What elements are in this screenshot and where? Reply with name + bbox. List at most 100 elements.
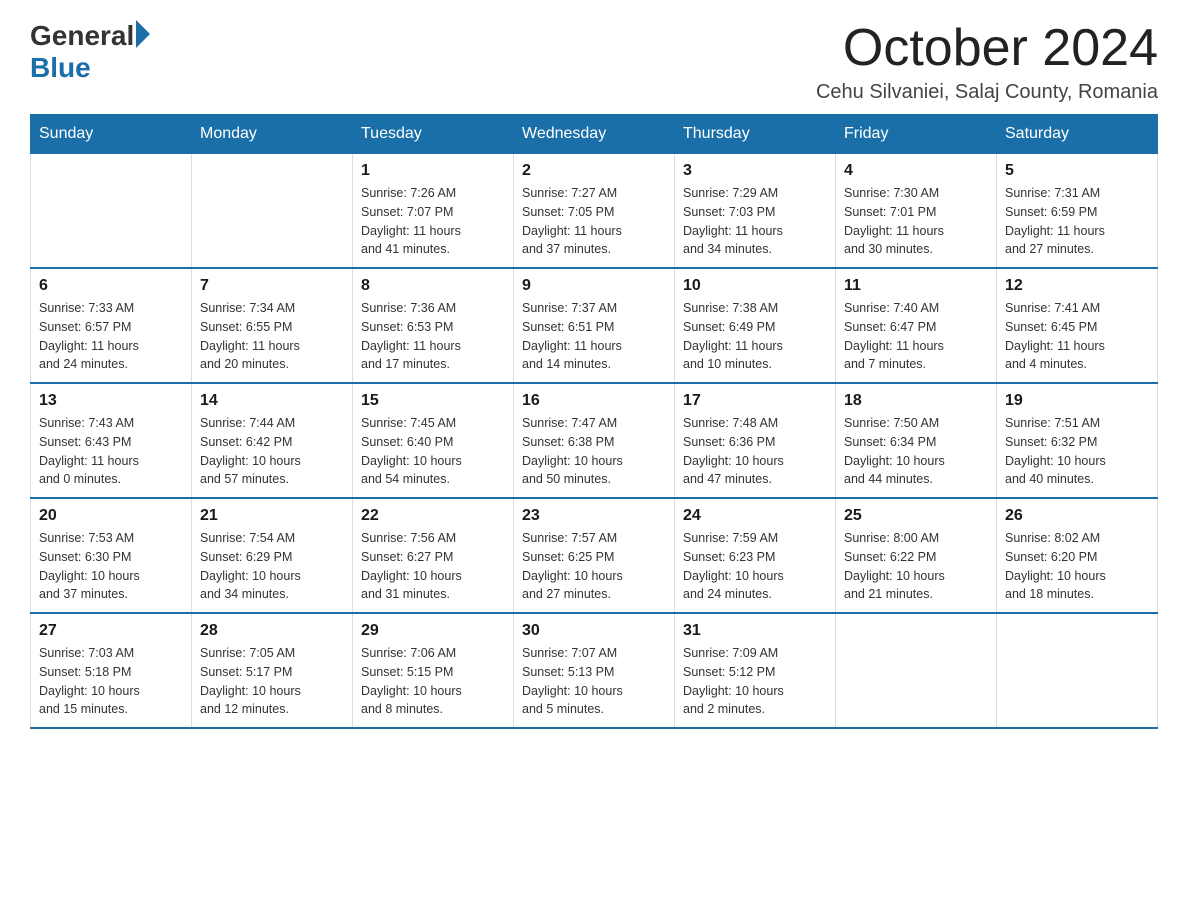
day-info: Sunrise: 7:30 AMSunset: 7:01 PMDaylight:… [844,184,988,259]
calendar-cell: 1 Sunrise: 7:26 AMSunset: 7:07 PMDaylight… [353,154,514,269]
calendar-cell: 15 Sunrise: 7:45 AMSunset: 6:40 PMDayligh… [353,383,514,498]
day-info: Sunrise: 7:44 AMSunset: 6:42 PMDaylight:… [200,414,344,489]
title-section: October 2024 Cehu Silvaniei, Salaj Count… [816,20,1158,104]
calendar-cell [836,613,997,728]
day-number: 17 [683,392,827,410]
day-number: 9 [522,277,666,295]
day-number: 4 [844,162,988,180]
day-info: Sunrise: 7:06 AMSunset: 5:15 PMDaylight:… [361,644,505,719]
day-number: 8 [361,277,505,295]
calendar-subtitle: Cehu Silvaniei, Salaj County, Romania [816,81,1158,104]
weekday-header-monday: Monday [192,115,353,154]
calendar-cell: 12 Sunrise: 7:41 AMSunset: 6:45 PMDayligh… [997,268,1158,383]
calendar-cell: 23 Sunrise: 7:57 AMSunset: 6:25 PMDayligh… [514,498,675,613]
weekday-header-wednesday: Wednesday [514,115,675,154]
day-number: 27 [39,622,183,640]
day-number: 21 [200,507,344,525]
day-info: Sunrise: 7:29 AMSunset: 7:03 PMDaylight:… [683,184,827,259]
day-info: Sunrise: 7:03 AMSunset: 5:18 PMDaylight:… [39,644,183,719]
calendar-cell [192,154,353,269]
calendar-cell: 17 Sunrise: 7:48 AMSunset: 6:36 PMDayligh… [675,383,836,498]
day-number: 20 [39,507,183,525]
weekday-header-sunday: Sunday [31,115,192,154]
weekday-header-friday: Friday [836,115,997,154]
day-info: Sunrise: 7:31 AMSunset: 6:59 PMDaylight:… [1005,184,1149,259]
calendar-cell: 3Sunrise: 7:29 AMSunset: 7:03 PMDaylight… [675,154,836,269]
calendar-cell: 27 Sunrise: 7:03 AMSunset: 5:18 PMDayligh… [31,613,192,728]
day-info: Sunrise: 7:54 AMSunset: 6:29 PMDaylight:… [200,529,344,604]
calendar-cell: 13Sunrise: 7:43 AMSunset: 6:43 PMDayligh… [31,383,192,498]
day-info: Sunrise: 7:27 AMSunset: 7:05 PMDaylight:… [522,184,666,259]
day-info: Sunrise: 7:05 AMSunset: 5:17 PMDaylight:… [200,644,344,719]
calendar-cell: 19Sunrise: 7:51 AMSunset: 6:32 PMDayligh… [997,383,1158,498]
calendar-cell: 8 Sunrise: 7:36 AMSunset: 6:53 PMDaylight… [353,268,514,383]
day-info: Sunrise: 7:40 AMSunset: 6:47 PMDaylight:… [844,299,988,374]
calendar-cell: 31 Sunrise: 7:09 AMSunset: 5:12 PMDayligh… [675,613,836,728]
weekday-header-saturday: Saturday [997,115,1158,154]
day-number: 22 [361,507,505,525]
day-info: Sunrise: 7:59 AMSunset: 6:23 PMDaylight:… [683,529,827,604]
day-number: 26 [1005,507,1149,525]
calendar-cell: 5 Sunrise: 7:31 AMSunset: 6:59 PMDaylight… [997,154,1158,269]
calendar-cell: 4 Sunrise: 7:30 AMSunset: 7:01 PMDaylight… [836,154,997,269]
day-info: Sunrise: 8:02 AMSunset: 6:20 PMDaylight:… [1005,529,1149,604]
day-info: Sunrise: 7:33 AMSunset: 6:57 PMDaylight:… [39,299,183,374]
day-number: 2 [522,162,666,180]
calendar-cell: 9 Sunrise: 7:37 AMSunset: 6:51 PMDaylight… [514,268,675,383]
day-info: Sunrise: 7:47 AMSunset: 6:38 PMDaylight:… [522,414,666,489]
day-info: Sunrise: 7:36 AMSunset: 6:53 PMDaylight:… [361,299,505,374]
calendar-cell: 6 Sunrise: 7:33 AMSunset: 6:57 PMDaylight… [31,268,192,383]
weekday-header-thursday: Thursday [675,115,836,154]
day-number: 31 [683,622,827,640]
day-info: Sunrise: 7:57 AMSunset: 6:25 PMDaylight:… [522,529,666,604]
day-info: Sunrise: 7:34 AMSunset: 6:55 PMDaylight:… [200,299,344,374]
day-info: Sunrise: 7:53 AMSunset: 6:30 PMDaylight:… [39,529,183,604]
day-number: 10 [683,277,827,295]
calendar-cell [31,154,192,269]
day-number: 6 [39,277,183,295]
day-info: Sunrise: 7:45 AMSunset: 6:40 PMDaylight:… [361,414,505,489]
calendar-cell: 29Sunrise: 7:06 AMSunset: 5:15 PMDayligh… [353,613,514,728]
day-number: 7 [200,277,344,295]
day-info: Sunrise: 7:38 AMSunset: 6:49 PMDaylight:… [683,299,827,374]
calendar-week-row: 13Sunrise: 7:43 AMSunset: 6:43 PMDayligh… [31,383,1158,498]
day-info: Sunrise: 7:26 AMSunset: 7:07 PMDaylight:… [361,184,505,259]
day-number: 5 [1005,162,1149,180]
calendar-title: October 2024 [816,20,1158,77]
calendar-cell: 16 Sunrise: 7:47 AMSunset: 6:38 PMDayligh… [514,383,675,498]
calendar-cell: 20 Sunrise: 7:53 AMSunset: 6:30 PMDayligh… [31,498,192,613]
day-number: 23 [522,507,666,525]
calendar-week-row: 1 Sunrise: 7:26 AMSunset: 7:07 PMDaylight… [31,154,1158,269]
calendar-header-row: SundayMondayTuesdayWednesdayThursdayFrid… [31,115,1158,154]
day-number: 24 [683,507,827,525]
day-number: 15 [361,392,505,410]
day-info: Sunrise: 7:50 AMSunset: 6:34 PMDaylight:… [844,414,988,489]
page-header: General Blue October 2024 Cehu Silvaniei… [30,20,1158,104]
day-info: Sunrise: 7:48 AMSunset: 6:36 PMDaylight:… [683,414,827,489]
day-number: 1 [361,162,505,180]
day-info: Sunrise: 7:51 AMSunset: 6:32 PMDaylight:… [1005,414,1149,489]
logo-triangle-icon [136,20,150,48]
calendar-cell: 7 Sunrise: 7:34 AMSunset: 6:55 PMDaylight… [192,268,353,383]
day-number: 18 [844,392,988,410]
day-info: Sunrise: 7:07 AMSunset: 5:13 PMDaylight:… [522,644,666,719]
calendar-week-row: 20 Sunrise: 7:53 AMSunset: 6:30 PMDayligh… [31,498,1158,613]
calendar-table: SundayMondayTuesdayWednesdayThursdayFrid… [30,114,1158,729]
weekday-header-tuesday: Tuesday [353,115,514,154]
calendar-cell: 24 Sunrise: 7:59 AMSunset: 6:23 PMDayligh… [675,498,836,613]
logo-general-text: General [30,20,134,52]
day-info: Sunrise: 7:09 AMSunset: 5:12 PMDaylight:… [683,644,827,719]
day-info: Sunrise: 7:37 AMSunset: 6:51 PMDaylight:… [522,299,666,374]
day-number: 25 [844,507,988,525]
calendar-cell: 28Sunrise: 7:05 AMSunset: 5:17 PMDayligh… [192,613,353,728]
day-number: 12 [1005,277,1149,295]
logo-blue-text: Blue [30,52,91,84]
day-number: 16 [522,392,666,410]
day-number: 11 [844,277,988,295]
calendar-week-row: 6 Sunrise: 7:33 AMSunset: 6:57 PMDaylight… [31,268,1158,383]
calendar-cell: 14 Sunrise: 7:44 AMSunset: 6:42 PMDayligh… [192,383,353,498]
day-number: 14 [200,392,344,410]
calendar-cell: 18 Sunrise: 7:50 AMSunset: 6:34 PMDayligh… [836,383,997,498]
day-info: Sunrise: 7:43 AMSunset: 6:43 PMDaylight:… [39,414,183,489]
day-info: Sunrise: 7:41 AMSunset: 6:45 PMDaylight:… [1005,299,1149,374]
